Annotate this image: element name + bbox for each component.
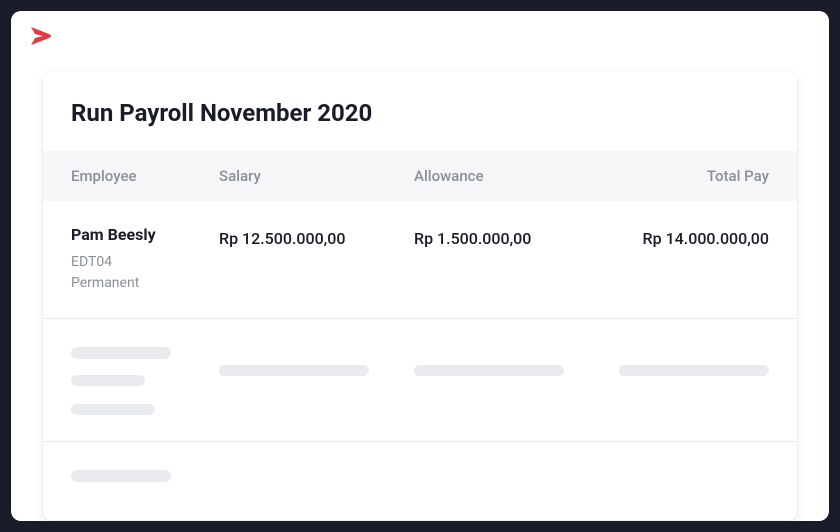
employee-name: Pam Beesly (71, 225, 219, 244)
skeleton-bar (219, 365, 369, 376)
table-header: Employee Salary Allowance Total Pay (43, 151, 797, 201)
skeleton-salary (219, 347, 414, 380)
app-header (11, 11, 829, 59)
skeleton-employee (71, 470, 219, 498)
page-content: Run Payroll November 2020 Employee Salar… (11, 59, 829, 521)
skeleton-row (43, 319, 797, 442)
table-row[interactable]: Pam Beesly EDT04 Permanent Rp 12.500.000… (43, 201, 797, 319)
skeleton-bar (414, 365, 564, 376)
employee-type: Permanent (71, 273, 219, 294)
salary-cell: Rp 12.500.000,00 (219, 225, 414, 294)
payroll-table: Employee Salary Allowance Total Pay Pam … (43, 151, 797, 521)
skeleton-total (614, 347, 769, 380)
page-title: Run Payroll November 2020 (43, 99, 797, 127)
allowance-cell: Rp 1.500.000,00 (414, 225, 614, 294)
skeleton-bar (71, 347, 171, 359)
employee-cell: Pam Beesly EDT04 Permanent (71, 225, 219, 294)
th-salary: Salary (219, 167, 414, 185)
th-allowance: Allowance (414, 167, 614, 185)
th-total-pay: Total Pay (614, 167, 769, 185)
app-window: Run Payroll November 2020 Employee Salar… (11, 11, 829, 521)
skeleton-bar (71, 404, 155, 415)
payroll-card: Run Payroll November 2020 Employee Salar… (43, 71, 797, 521)
brand-logo-icon (29, 25, 57, 47)
skeleton-bar (71, 375, 145, 386)
employee-id: EDT04 (71, 252, 219, 273)
skeleton-allowance (414, 347, 614, 380)
skeleton-row (43, 442, 797, 521)
skeleton-salary (219, 470, 414, 484)
skeleton-total (614, 470, 769, 484)
skeleton-bar (619, 365, 769, 376)
total-pay-cell: Rp 14.000.000,00 (614, 225, 769, 294)
th-employee: Employee (71, 167, 219, 185)
skeleton-bar (71, 470, 171, 482)
skeleton-employee (71, 347, 219, 419)
skeleton-allowance (414, 470, 614, 484)
